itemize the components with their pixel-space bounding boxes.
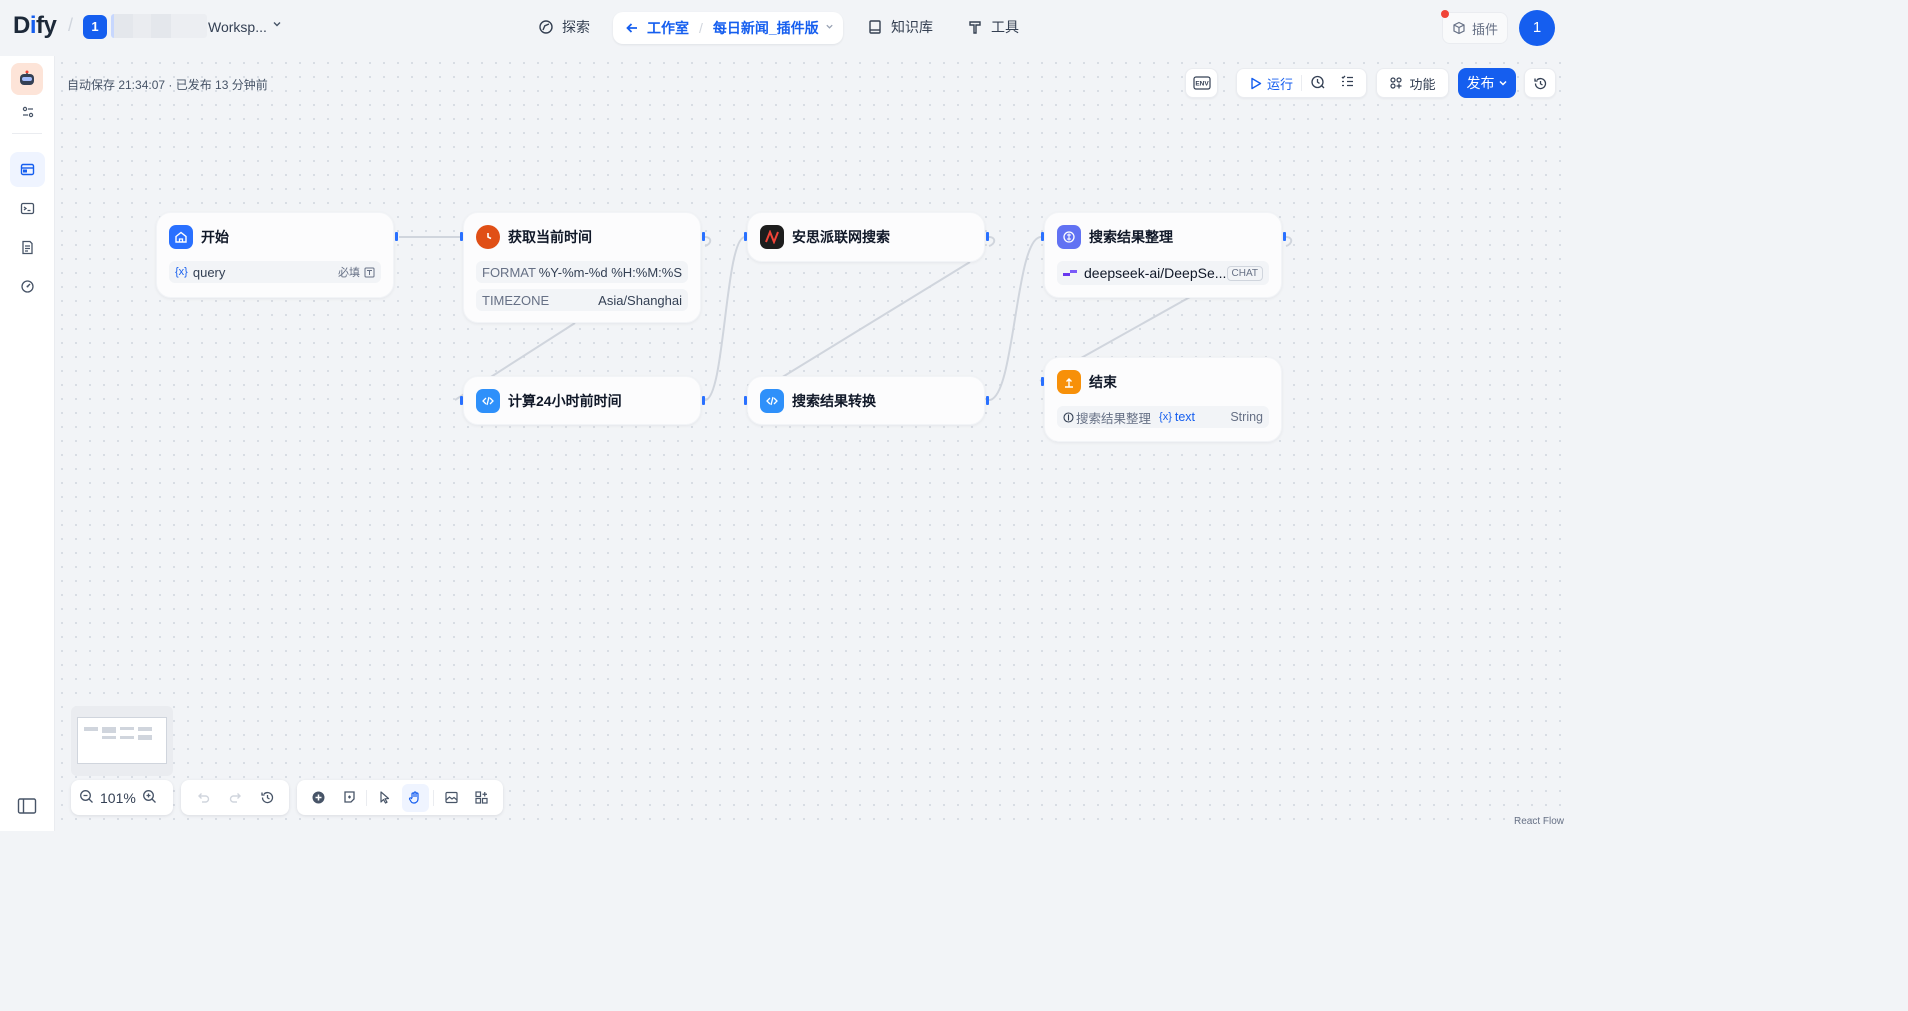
node-llm-organize[interactable]: 搜索结果整理 deepseek-ai/DeepSe... CHAT xyxy=(1044,212,1282,298)
zoom-in-icon[interactable] xyxy=(142,789,157,807)
node-title: 安思派联网搜索 xyxy=(792,229,890,245)
clock-icon xyxy=(476,225,500,249)
text-input-icon xyxy=(364,267,375,277)
node-end[interactable]: 结束 搜索结果整理 {x} text String xyxy=(1044,357,1282,442)
add-note-icon[interactable] xyxy=(336,784,363,812)
change-history-icon[interactable] xyxy=(253,784,281,812)
node-title: 获取当前时间 xyxy=(508,229,592,245)
param-value: Asia/Shanghai xyxy=(598,292,682,308)
react-flow-attribution[interactable]: React Flow xyxy=(1514,816,1564,827)
edge-calc-search[interactable] xyxy=(704,236,746,401)
pointer-icon[interactable] xyxy=(371,784,398,812)
input-handle[interactable] xyxy=(1041,232,1044,241)
node-search-transform[interactable]: 搜索结果转换 xyxy=(747,376,985,425)
node-web-search[interactable]: 安思派联网搜索 xyxy=(747,212,985,262)
input-handle[interactable] xyxy=(460,232,463,241)
source-node-name: 搜索结果整理 xyxy=(1076,411,1152,426)
input-handle[interactable] xyxy=(460,396,463,405)
zoom-level[interactable]: 101% xyxy=(100,790,136,806)
history-controls xyxy=(181,780,289,815)
model-provider-icon xyxy=(1063,270,1077,276)
param-row: TIMEZONE Asia/Shanghai xyxy=(476,289,688,311)
node-calc-24h[interactable]: 计算24小时前时间 xyxy=(463,376,701,425)
minimap-preview xyxy=(84,727,152,740)
output-handle[interactable] xyxy=(986,232,989,241)
variable-type: String xyxy=(1230,410,1263,424)
model-name: deepseek-ai/DeepSe... xyxy=(1084,265,1227,281)
zoom-out-icon[interactable] xyxy=(79,789,94,807)
edge-transform-organize[interactable] xyxy=(988,236,1042,401)
model-row: deepseek-ai/DeepSe... CHAT xyxy=(1057,261,1269,285)
code-icon xyxy=(476,389,500,413)
home-icon xyxy=(169,225,193,249)
canvas-tools xyxy=(297,780,503,815)
hand-icon[interactable] xyxy=(402,783,429,812)
output-handle[interactable] xyxy=(395,232,398,241)
add-node-icon[interactable] xyxy=(305,784,332,812)
output-variable-row: 搜索结果整理 {x} text String xyxy=(1057,406,1269,428)
variable-row: {x} query 必填 xyxy=(169,261,381,283)
input-handle[interactable] xyxy=(744,232,747,241)
input-handle[interactable] xyxy=(1041,377,1044,386)
code-icon xyxy=(760,389,784,413)
node-get-current-time[interactable]: 获取当前时间 FORMAT %Y-%m-%d %H:%M:%S TIMEZONE… xyxy=(463,212,701,323)
param-key: FORMAT xyxy=(482,264,536,280)
variable-name: query xyxy=(192,264,226,280)
llm-icon xyxy=(1063,411,1074,423)
flag-icon xyxy=(1057,370,1081,394)
organize-layout-icon[interactable] xyxy=(468,784,495,812)
redo-icon[interactable] xyxy=(221,784,249,812)
param-key: TIMEZONE xyxy=(482,292,550,308)
node-title: 结束 xyxy=(1089,374,1117,390)
model-mode-badge: CHAT xyxy=(1226,265,1263,281)
node-title: 计算24小时前时间 xyxy=(508,393,622,409)
param-value: %Y-%m-%d %H:%M:%S xyxy=(538,264,682,280)
node-title: 开始 xyxy=(201,229,229,245)
required-label: 必填 xyxy=(338,267,360,279)
zoom-controls: 101% xyxy=(71,780,173,815)
anspire-logo-icon xyxy=(760,225,784,249)
variable-icon: {x} xyxy=(1159,411,1172,423)
input-handle[interactable] xyxy=(744,396,747,405)
output-handle[interactable] xyxy=(1283,232,1286,241)
variable-name: text xyxy=(1174,410,1196,424)
output-handle[interactable] xyxy=(702,232,705,241)
node-start[interactable]: 开始 {x} query 必填 xyxy=(156,212,394,298)
variable-icon: {x} xyxy=(175,266,188,278)
llm-icon xyxy=(1057,225,1081,249)
output-handle[interactable] xyxy=(702,396,705,405)
node-title: 搜索结果整理 xyxy=(1089,229,1173,245)
export-image-icon[interactable] xyxy=(438,784,465,812)
param-row: FORMAT %Y-%m-%d %H:%M:%S xyxy=(476,261,688,283)
node-title: 搜索结果转换 xyxy=(792,393,876,409)
undo-icon[interactable] xyxy=(189,784,217,812)
output-handle[interactable] xyxy=(986,396,989,405)
minimap[interactable] xyxy=(71,706,173,776)
